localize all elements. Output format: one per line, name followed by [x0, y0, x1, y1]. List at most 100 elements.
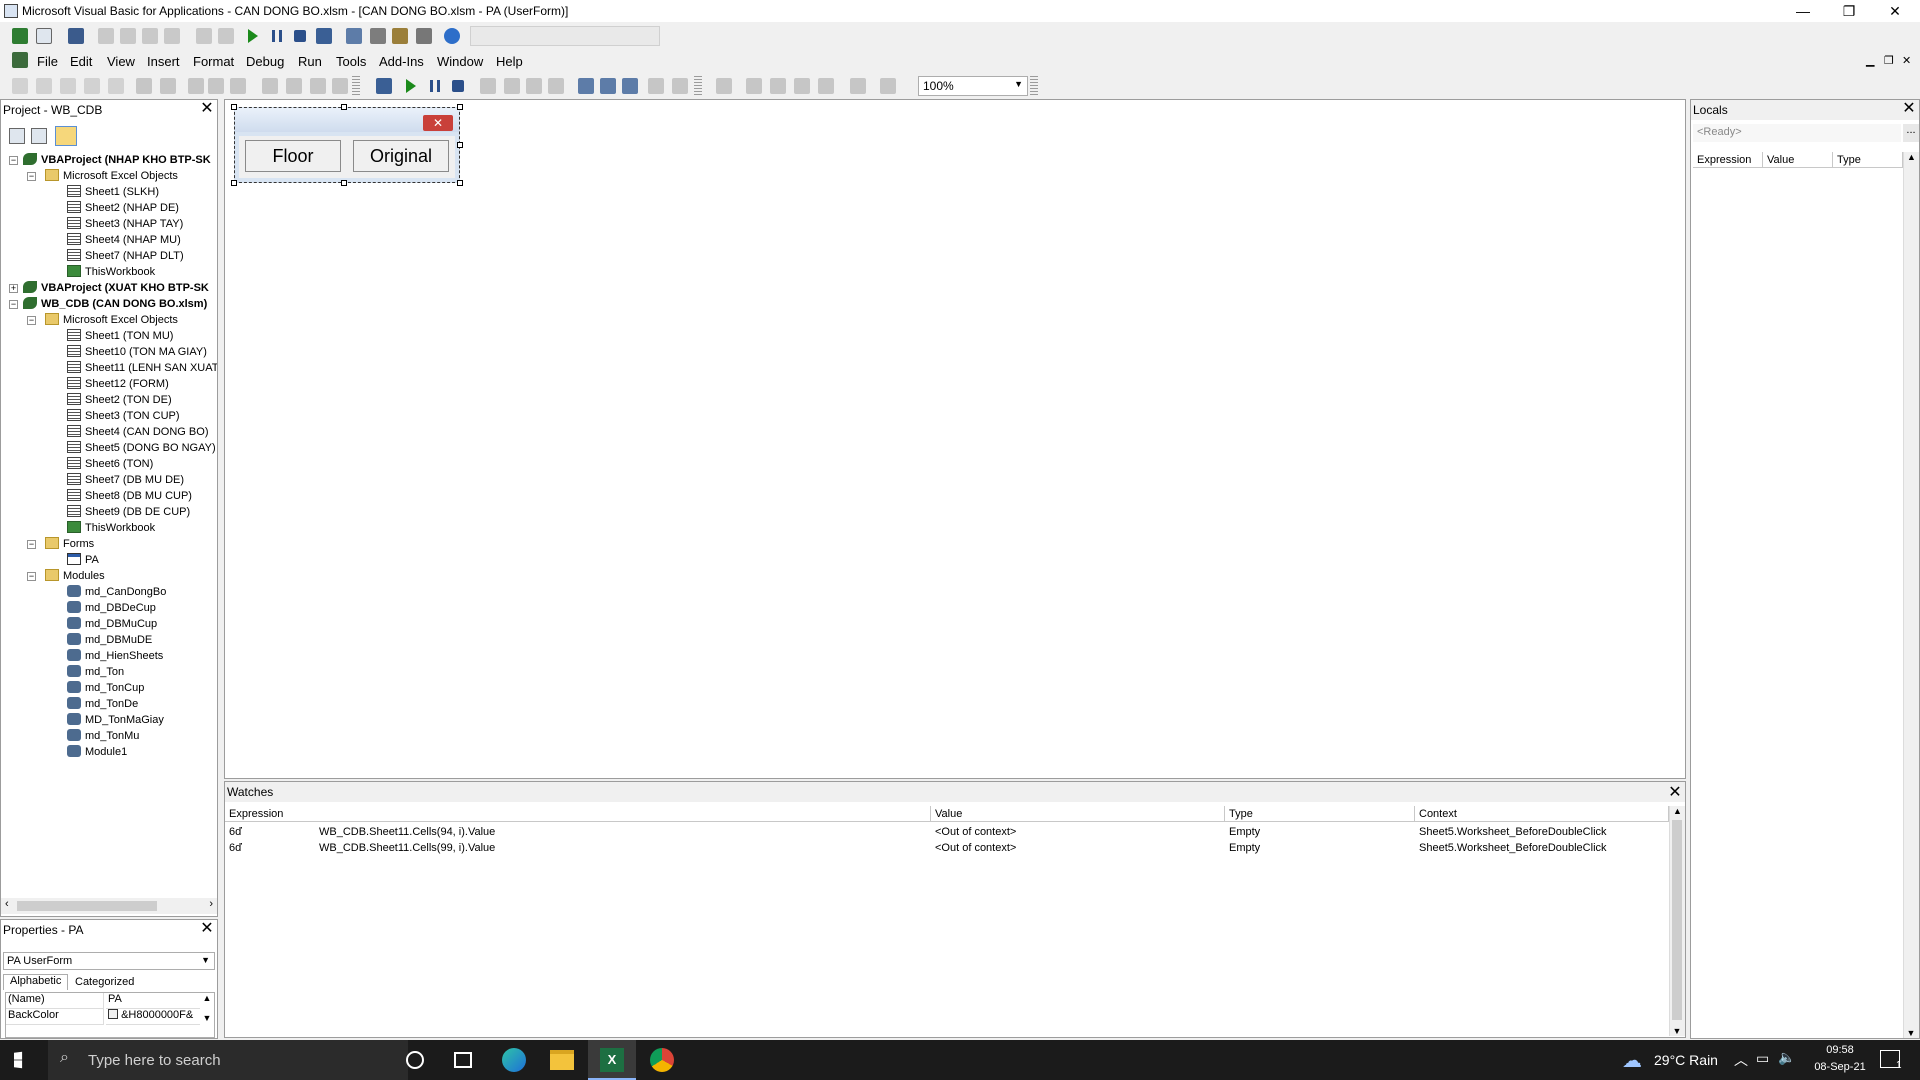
task-view-icon[interactable]	[454, 1052, 472, 1068]
menu-tools[interactable]: Tools	[336, 54, 366, 69]
project-tree-item[interactable]: Sheet7 (NHAP DLT)	[67, 248, 184, 264]
help-icon[interactable]	[444, 28, 460, 44]
col-value[interactable]: Value	[931, 806, 1225, 822]
save-icon[interactable]	[68, 28, 84, 44]
project-tree-item[interactable]: Sheet9 (DB DE CUP)	[67, 504, 190, 520]
child-restore-icon[interactable]: ❐	[1884, 54, 1894, 67]
project-tree-item[interactable]: Sheet11 (LENH SAN XUAT)	[67, 360, 217, 376]
run-icon[interactable]	[248, 29, 258, 43]
project-tree-item[interactable]: ThisWorkbook	[67, 520, 155, 536]
uncomment-block-icon[interactable]	[230, 78, 246, 94]
project-hscrollbar[interactable]: ‹ ›	[1, 898, 217, 914]
menu-insert[interactable]: Insert	[147, 54, 180, 69]
center-icon[interactable]	[600, 78, 616, 94]
list-constants-icon[interactable]	[36, 78, 52, 94]
quick-info-icon[interactable]	[60, 78, 76, 94]
restore-button[interactable]: ❐	[1826, 0, 1872, 22]
project-tree-item[interactable]: Sheet7 (DB MU DE)	[67, 472, 184, 488]
clear-bookmarks-icon[interactable]	[332, 78, 348, 94]
object-selector[interactable]: PA UserForm ▼	[3, 952, 215, 970]
project-tree-item[interactable]: VBAProject (XUAT KHO BTP-SK	[23, 280, 209, 296]
menu-help[interactable]: Help	[496, 54, 523, 69]
zoom-combo[interactable]: 100% ▼	[918, 76, 1028, 96]
project-tree-item[interactable]: Microsoft Excel Objects	[45, 312, 178, 328]
resize-handle[interactable]	[231, 180, 237, 186]
previous-bookmark-icon[interactable]	[310, 78, 326, 94]
floor-button[interactable]: Floor	[245, 140, 341, 172]
project-tree-item[interactable]: Modules	[45, 568, 105, 584]
project-tree-item[interactable]: md_TonDe	[67, 696, 138, 712]
project-tree-item[interactable]: Sheet10 (TON MA GIAY)	[67, 344, 207, 360]
tree-expander-icon[interactable]: +	[9, 284, 18, 293]
excel-taskbar-button[interactable]: X	[588, 1040, 636, 1080]
size-to-grid-icon[interactable]	[672, 78, 688, 94]
taskbar-search-box[interactable]: ⌕ Type here to search	[48, 1040, 408, 1080]
project-tree-item[interactable]: Module1	[67, 744, 127, 760]
resize-handle[interactable]	[457, 142, 463, 148]
locals-vscrollbar[interactable]: ▲ ▼	[1903, 152, 1919, 1038]
project-tree-item[interactable]: Sheet1 (TON MU)	[67, 328, 173, 344]
watch-row[interactable]: 6ď WB_CDB.Sheet11.Cells(94, i).Value <Ou…	[225, 824, 1669, 840]
toolbar-grip-3[interactable]	[1030, 76, 1038, 96]
project-tree-item[interactable]: md_TonCup	[67, 680, 144, 696]
view-excel-icon[interactable]	[12, 28, 28, 44]
project-tree-item[interactable]: WB_CDB (CAN DONG BO.xlsm)	[23, 296, 207, 312]
col-expression[interactable]: Expression	[225, 806, 931, 822]
prop-value[interactable]: &H8000000F&	[106, 1009, 200, 1025]
scroll-down-icon[interactable]: ▼	[1670, 1026, 1684, 1036]
tab-alphabetic[interactable]: Alphabetic	[3, 974, 69, 990]
tree-expander-icon[interactable]: −	[27, 316, 36, 325]
properties-window-icon[interactable]	[370, 28, 386, 44]
group-icon[interactable]	[526, 78, 542, 94]
tree-expander-icon[interactable]: −	[9, 300, 18, 309]
complete-word-icon[interactable]	[108, 78, 124, 94]
project-tree-item[interactable]: md_DBDeCup	[67, 600, 156, 616]
show-hidden-icons-icon[interactable]: ︿	[1734, 1050, 1748, 1070]
send-to-back-icon[interactable]	[504, 78, 520, 94]
project-explorer-icon[interactable]	[346, 28, 362, 44]
project-tree-item[interactable]: md_CanDongBo	[67, 584, 166, 600]
indent-icon[interactable]	[136, 78, 152, 94]
comment-block-icon[interactable]	[208, 78, 224, 94]
col-context[interactable]: Context	[1415, 806, 1669, 822]
parameter-info-icon[interactable]	[84, 78, 100, 94]
scroll-right-icon[interactable]: ›	[209, 898, 213, 910]
scroll-thumb[interactable]	[1672, 820, 1682, 1020]
cortana-icon[interactable]	[406, 1051, 424, 1069]
resize-handle[interactable]	[341, 104, 347, 110]
list-properties-icon[interactable]	[12, 78, 28, 94]
col-value[interactable]: Value	[1763, 152, 1833, 168]
paste-icon[interactable]	[142, 28, 158, 44]
watch-row[interactable]: 6ď WB_CDB.Sheet11.Cells(99, i).Value <Ou…	[225, 840, 1669, 856]
toggle-breakpoint-icon[interactable]	[188, 78, 204, 94]
menu-format[interactable]: Format	[193, 54, 234, 69]
scroll-up-icon[interactable]: ▲	[1670, 806, 1685, 816]
project-tree-item[interactable]: Sheet3 (TON CUP)	[67, 408, 180, 424]
tree-expander-icon[interactable]: −	[27, 540, 36, 549]
project-tree-item[interactable]: Sheet6 (TON)	[67, 456, 153, 472]
watches-vscrollbar[interactable]: ▲ ▼	[1669, 806, 1685, 1036]
project-tree-item[interactable]: md_DBMuDE	[67, 632, 152, 648]
network-icon[interactable]: ▭	[1756, 1050, 1769, 1067]
menu-file[interactable]: File	[37, 54, 58, 69]
project-tree-item[interactable]: ThisWorkbook	[67, 264, 155, 280]
next-bookmark-icon[interactable]	[286, 78, 302, 94]
project-tree-item[interactable]: Sheet3 (NHAP TAY)	[67, 216, 183, 232]
copy-icon[interactable]	[120, 28, 136, 44]
menu-view[interactable]: View	[107, 54, 135, 69]
prop-name[interactable]: BackColor	[6, 1009, 104, 1025]
clock-date[interactable]: 08-Sep-21	[1810, 1061, 1870, 1073]
project-tree-item[interactable]: VBAProject (NHAP KHO BTP-SK	[23, 152, 211, 168]
resize-handle[interactable]	[457, 180, 463, 186]
weather-text[interactable]: 29°C Rain	[1654, 1052, 1718, 1068]
align-rights-icon[interactable]	[794, 78, 810, 94]
vertical-center-icon[interactable]	[880, 78, 896, 94]
file-explorer-icon[interactable]	[550, 1050, 574, 1070]
toolbox-icon[interactable]	[416, 28, 432, 44]
reset-icon[interactable]	[294, 30, 306, 42]
close-window-button[interactable]: ✕	[1872, 0, 1918, 22]
align-centers-icon[interactable]	[770, 78, 786, 94]
child-close-icon[interactable]: ✕	[1902, 54, 1911, 67]
horizontal-center-icon[interactable]	[850, 78, 866, 94]
menu-edit[interactable]: Edit	[70, 54, 92, 69]
